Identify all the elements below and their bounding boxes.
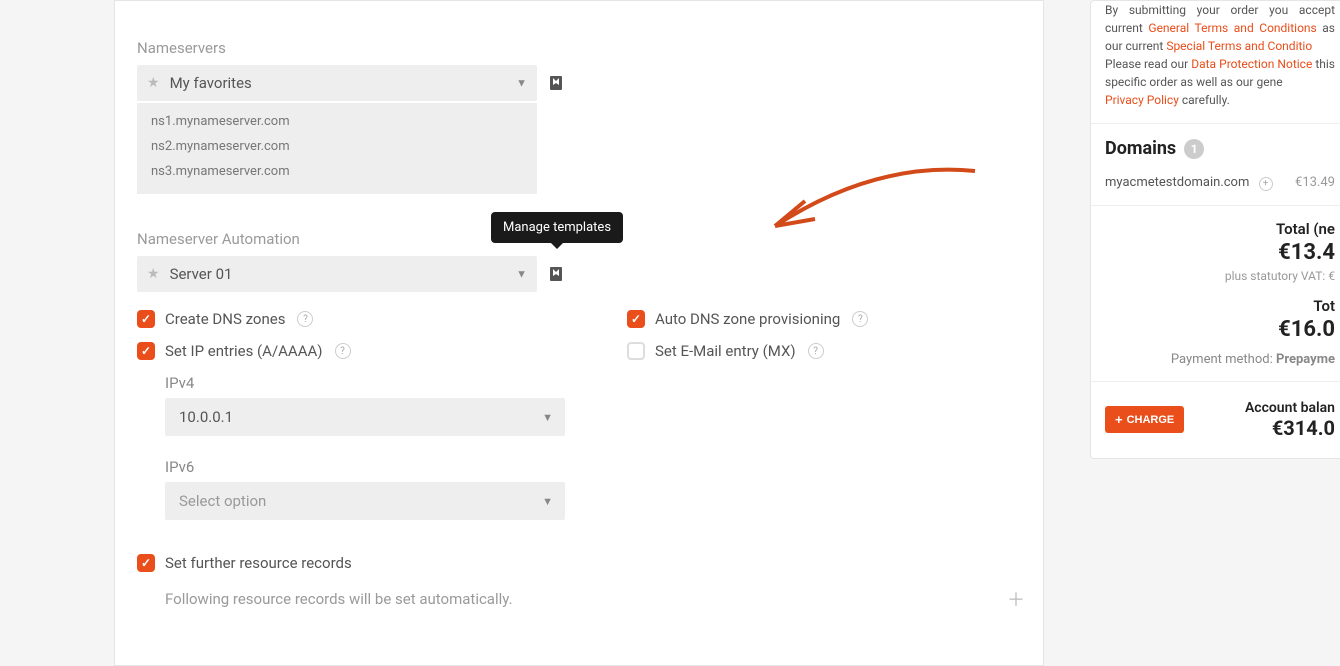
star-icon: ★	[147, 266, 160, 282]
help-icon[interactable]: ?	[852, 311, 868, 327]
stc-link[interactable]: Special Terms and Conditio	[1166, 39, 1312, 53]
manage-templates-button[interactable]	[547, 265, 565, 283]
domain-row: myacmetestdomain.com + €13.49	[1091, 169, 1340, 206]
nameserver-item: ns1.mynameserver.com	[137, 109, 537, 134]
set-email-label: Set E-Mail entry (MX)	[655, 342, 796, 360]
totals-block: Total (ne €13.4 plus statutory VAT: € To…	[1091, 206, 1340, 382]
add-record-icon[interactable]: ＋	[1007, 586, 1025, 612]
plus-icon: +	[1115, 412, 1123, 427]
order-sidebar: By submitting your order you accept curr…	[1090, 0, 1340, 500]
nameserver-item: ns2.mynameserver.com	[137, 134, 537, 159]
nameservers-label: Nameservers	[137, 39, 1021, 57]
set-email-checkbox[interactable]	[627, 342, 645, 360]
help-icon[interactable]: ?	[335, 343, 351, 359]
create-dns-checkbox[interactable]	[137, 310, 155, 328]
ipv4-label: IPv4	[165, 374, 567, 392]
dpn-link[interactable]: Data Protection Notice	[1191, 57, 1312, 71]
further-records-checkbox[interactable]	[137, 554, 155, 572]
nameservers-selected: My favorites	[170, 74, 252, 92]
nameservers-list: ns1.mynameserver.com ns2.mynameserver.co…	[137, 103, 537, 194]
help-icon[interactable]: ?	[808, 343, 824, 359]
domains-header: Domains 1	[1091, 123, 1340, 169]
nameserver-item: ns3.mynameserver.com	[137, 159, 537, 184]
star-icon: ★	[147, 75, 160, 91]
help-icon[interactable]: ?	[297, 311, 313, 327]
ipv4-select[interactable]: 10.0.0.1 ▼	[165, 398, 565, 436]
legal-text: By submitting your order you accept curr…	[1091, 1, 1340, 123]
chevron-down-icon: ▼	[516, 77, 527, 90]
gtc-link[interactable]: General Terms and Conditions	[1148, 21, 1316, 35]
balance-row: + CHARGE Account balan €314.0	[1091, 382, 1340, 458]
chevron-down-icon: ▼	[542, 411, 553, 424]
charge-button[interactable]: + CHARGE	[1105, 406, 1184, 433]
auto-dns-checkbox[interactable]	[627, 310, 645, 328]
ipv6-select[interactable]: Select option ▼	[165, 482, 565, 520]
automation-select[interactable]: ★ Server 01 ▼	[137, 256, 537, 292]
further-records-note: Following resource records will be set a…	[165, 590, 513, 608]
domains-count-badge: 1	[1184, 139, 1204, 159]
domain-price: €13.49	[1295, 175, 1335, 190]
set-ip-label: Set IP entries (A/AAAA)	[165, 342, 323, 360]
chevron-down-icon: ▼	[542, 495, 553, 508]
domain-name: myacmetestdomain.com	[1105, 175, 1249, 190]
domain-expand-icon[interactable]: +	[1259, 177, 1273, 191]
create-dns-label: Create DNS zones	[165, 310, 285, 328]
main-panel: Nameservers ★ My favorites ▼ ns1.mynames…	[114, 0, 1044, 666]
automation-selected: Server 01	[170, 265, 233, 283]
bookmark-templates-button[interactable]	[547, 74, 565, 92]
manage-templates-tooltip: Manage templates	[491, 212, 623, 243]
nameservers-select[interactable]: ★ My favorites ▼	[137, 65, 537, 101]
further-records-label: Set further resource records	[165, 554, 352, 572]
set-ip-checkbox[interactable]	[137, 342, 155, 360]
ipv6-label: IPv6	[165, 458, 567, 476]
chevron-down-icon: ▼	[516, 268, 527, 281]
pp-link[interactable]: Privacy Policy	[1105, 93, 1179, 107]
auto-dns-label: Auto DNS zone provisioning	[655, 310, 840, 328]
